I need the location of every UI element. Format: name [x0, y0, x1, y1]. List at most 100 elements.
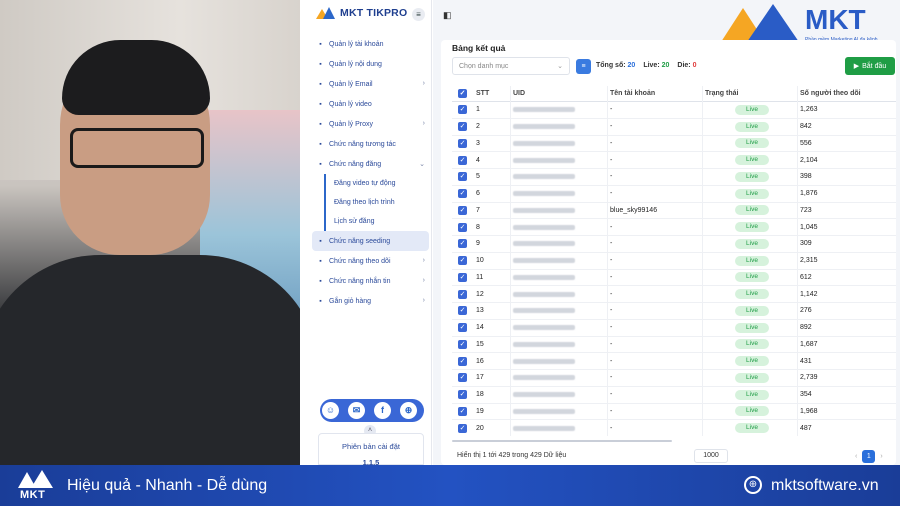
sidebar-item[interactable]: ▪ Chức năng đăng ⌄ [312, 154, 429, 174]
table-row[interactable]: ✓ 16 - Live 431 [452, 353, 896, 370]
category-select[interactable]: Chọn danh mục ⌄ [452, 57, 570, 75]
table-row[interactable]: ✓ 3 - Live 556 [452, 136, 896, 153]
header-followers[interactable]: Số người theo dõi [800, 86, 892, 101]
logo-word: MKT [805, 4, 866, 35]
cell-name: - [610, 290, 613, 298]
facebook-icon[interactable]: f [374, 402, 391, 419]
page-size-select[interactable]: 1000 [694, 449, 728, 463]
start-button[interactable]: ▶ Bắt đầu [845, 57, 895, 75]
table-row[interactable]: ✓ 4 - Live 2,104 [452, 152, 896, 169]
filter-button[interactable]: ≡ [576, 59, 591, 74]
row-checkbox[interactable]: ✓ [458, 423, 467, 433]
sidebar-item[interactable]: ▪ Quản lý nội dung [312, 54, 429, 74]
table-row[interactable]: ✓ 11 - Live 612 [452, 270, 896, 287]
header-name[interactable]: Tên tài khoản [610, 86, 702, 101]
row-checkbox[interactable]: ✓ [458, 356, 467, 366]
row-checkbox[interactable]: ✓ [458, 189, 467, 199]
row-checkbox[interactable]: ✓ [458, 105, 467, 115]
sidebar-item[interactable]: ▪ Quản lý Email › [312, 74, 429, 94]
status-badge: Live [735, 205, 769, 216]
table-row[interactable]: ✓ 13 - Live 276 [452, 303, 896, 320]
row-checkbox[interactable]: ✓ [458, 155, 467, 165]
row-checkbox[interactable]: ✓ [458, 172, 467, 182]
table-row[interactable]: ✓ 15 - Live 1,687 [452, 337, 896, 354]
header-stt[interactable]: STT [476, 86, 510, 101]
sidebar-item[interactable]: ▪ Chức năng tương tác [312, 134, 429, 154]
horizontal-scrollbar[interactable] [452, 440, 672, 442]
menu-icon[interactable]: ≡ [412, 8, 425, 21]
sidebar-toggle-icon[interactable]: ◧ [443, 10, 452, 21]
current-page[interactable]: 1 [862, 450, 876, 463]
row-checkbox[interactable]: ✓ [458, 306, 467, 316]
select-all-checkbox[interactable]: ✓ [458, 89, 467, 98]
row-checkbox[interactable]: ✓ [458, 323, 467, 333]
sidebar-item[interactable]: ▪ Chức năng nhắn tin › [312, 271, 429, 291]
support-icon[interactable]: ☺ [322, 402, 339, 419]
row-checkbox[interactable]: ✓ [458, 272, 467, 282]
table-row[interactable]: ✓ 7 blue_sky99146 Live 723 [452, 203, 896, 220]
submenu-item[interactable]: Đăng theo lịch trình [326, 193, 429, 212]
cell-name: - [610, 123, 613, 131]
table-row[interactable]: ✓ 8 - Live 1,045 [452, 219, 896, 236]
cell-uid-redacted [513, 119, 607, 135]
row-checkbox[interactable]: ✓ [458, 138, 467, 148]
header-uid[interactable]: UID [513, 86, 607, 101]
header-status[interactable]: Trạng thái [705, 86, 797, 101]
sidebar-item[interactable]: ▪ Quản lý video [312, 94, 429, 114]
stat-total: Tổng số: 20 [596, 62, 636, 69]
submenu-item[interactable]: Đăng video tự động [326, 174, 429, 193]
row-checkbox[interactable]: ✓ [458, 289, 467, 299]
messenger-icon[interactable]: ✉ [348, 402, 365, 419]
chevron-icon: ⌄ [419, 161, 425, 168]
sidebar-item[interactable]: ▪ Chức năng theo dõi › [312, 251, 429, 271]
table-row[interactable]: ✓ 19 - Live 1,968 [452, 404, 896, 421]
row-checkbox[interactable]: ✓ [458, 406, 467, 416]
table-row[interactable]: ✓ 2 - Live 842 [452, 119, 896, 136]
row-checkbox[interactable]: ✓ [458, 122, 467, 132]
row-checkbox[interactable]: ✓ [458, 373, 467, 383]
prev-page-icon[interactable]: ‹ [855, 453, 857, 460]
cell-uid-redacted [513, 303, 607, 319]
status-badge: Live [735, 171, 769, 182]
cell-stt: 10 [476, 257, 484, 265]
row-checkbox[interactable]: ✓ [458, 205, 467, 215]
table-row[interactable]: ✓ 20 - Live 487 [452, 420, 896, 436]
app-window: MKT TIKPRO ≡ ▪ Quản lý tài khoản ▪ Quản lý … [300, 0, 900, 467]
sidebar-item[interactable]: ▪ Chức năng seeding [312, 231, 429, 251]
column-divider [702, 86, 703, 436]
row-checkbox[interactable]: ✓ [458, 339, 467, 349]
sidebar-item[interactable]: ▪ Quản lý Proxy › [312, 114, 429, 134]
table-row[interactable]: ✓ 5 - Live 398 [452, 169, 896, 186]
cell-name: - [610, 424, 613, 432]
submenu-item[interactable]: Lịch sử đăng [326, 212, 429, 231]
status-badge: Live [735, 289, 769, 300]
cell-stt: 6 [476, 190, 480, 198]
cell-stt: 9 [476, 240, 480, 248]
row-checkbox[interactable]: ✓ [458, 390, 467, 400]
link-icon: ▪ [319, 60, 322, 68]
web-icon[interactable]: ⊕ [400, 402, 417, 419]
sidebar-item[interactable]: ▪ Quản lý tài khoản [312, 34, 429, 54]
cell-followers: 1,045 [800, 223, 818, 231]
cell-status: Live [705, 169, 797, 185]
table-row[interactable]: ✓ 1 - Live 1,263 [452, 102, 896, 119]
table-row[interactable]: ✓ 14 - Live 892 [452, 320, 896, 337]
chevron-icon: › [422, 297, 425, 304]
bottom-banner: MKT Hiệu quả - Nhanh - Dễ dùng ⊕ mktsoft… [0, 465, 900, 506]
sidebar-item-label: Quản lý video [329, 100, 372, 108]
row-checkbox[interactable]: ✓ [458, 256, 467, 266]
social-bar: ☺ ✉ f ⊕ [320, 399, 424, 422]
next-page-icon[interactable]: › [880, 453, 882, 460]
cell-uid-redacted [513, 320, 607, 336]
post-icon: ▪ [319, 160, 322, 168]
table-row[interactable]: ✓ 12 - Live 1,142 [452, 286, 896, 303]
sidebar-item[interactable]: ▪ Gắn giỏ hàng › [312, 291, 429, 311]
table-row[interactable]: ✓ 10 - Live 2,315 [452, 253, 896, 270]
table-row[interactable]: ✓ 18 - Live 354 [452, 387, 896, 404]
table-row[interactable]: ✓ 6 - Live 1,876 [452, 186, 896, 203]
row-checkbox[interactable]: ✓ [458, 222, 467, 232]
table-row[interactable]: ✓ 9 - Live 309 [452, 236, 896, 253]
cell-name: - [610, 156, 613, 164]
row-checkbox[interactable]: ✓ [458, 239, 467, 249]
table-row[interactable]: ✓ 17 - Live 2,739 [452, 370, 896, 387]
